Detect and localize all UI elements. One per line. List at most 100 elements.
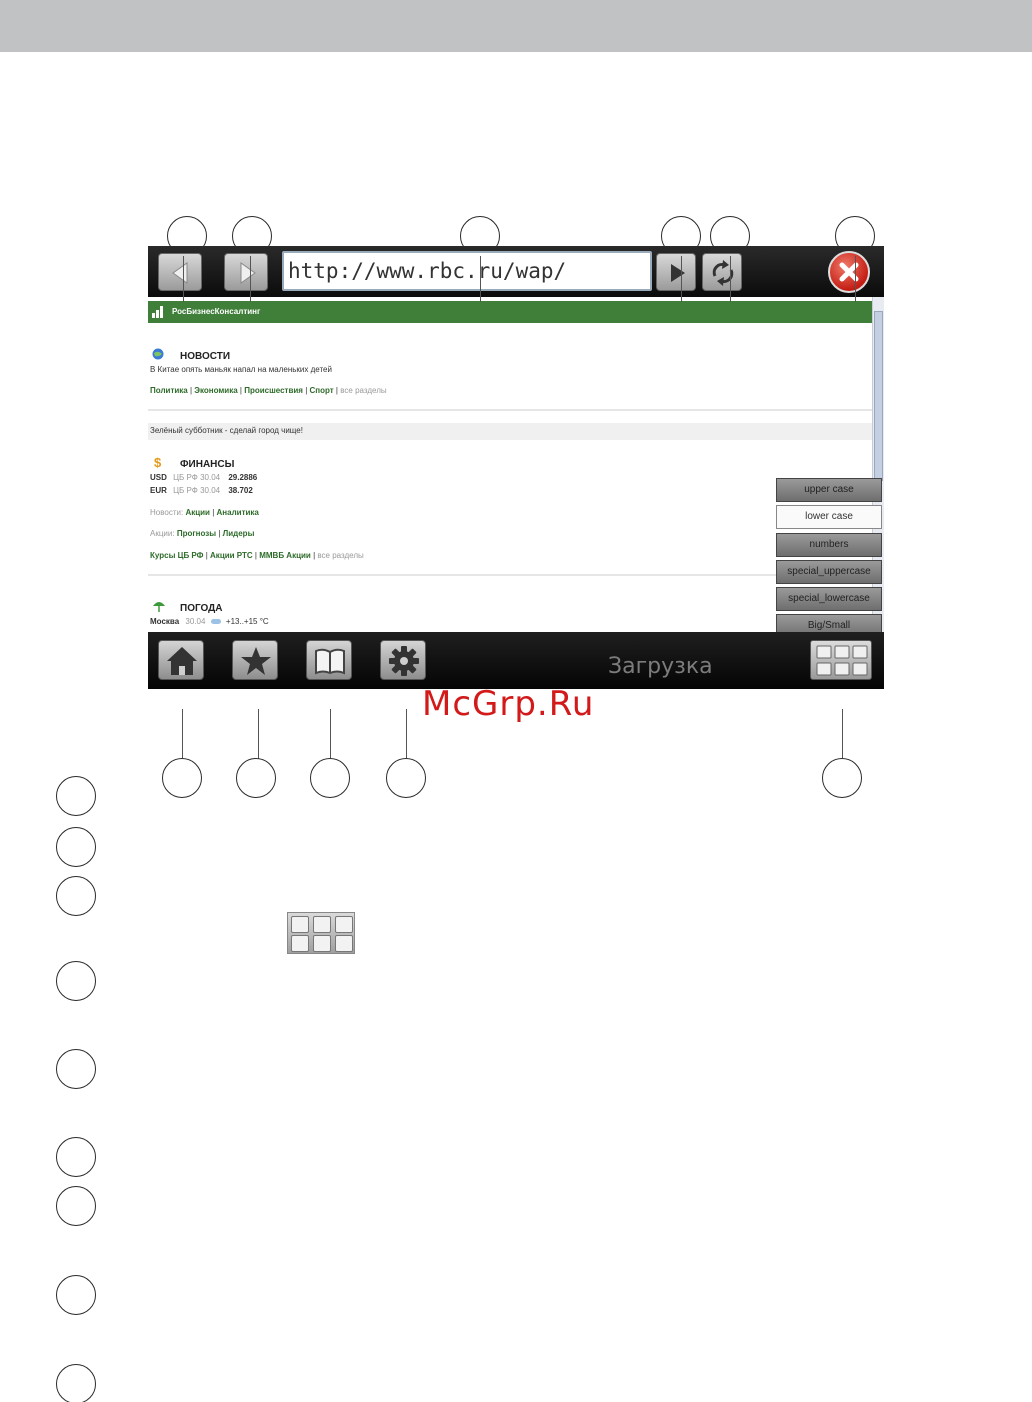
go-button[interactable] xyxy=(656,253,696,291)
divider xyxy=(148,574,872,576)
callout-settings xyxy=(386,758,426,798)
legend-callout xyxy=(56,1275,96,1315)
link-micex-stocks[interactable]: ММВБ Акции xyxy=(259,551,311,560)
browser-screen: http://www.rbc.ru/wap/ РосБизнесКонсалти… xyxy=(148,246,884,689)
keyboard-button[interactable] xyxy=(810,640,872,680)
weather-row: Москва 30.04 +13..+15 °C xyxy=(150,617,269,626)
kbd-mode-upper-case[interactable]: upper case xyxy=(776,478,882,502)
globe-icon xyxy=(152,348,164,360)
refresh-icon xyxy=(712,260,734,286)
favorites-button[interactable] xyxy=(232,640,278,680)
rate-row-eur: EUR ЦБ РФ 30.04 38.702 xyxy=(150,486,253,495)
web-page: РосБизнесКонсалтинг НОВОСТИ В Китае опят… xyxy=(148,297,872,632)
link-rts-stocks[interactable]: Акции РТС xyxy=(210,551,253,560)
link-stocks[interactable]: Акции xyxy=(185,508,210,517)
browser-toolbar: http://www.rbc.ru/wap/ xyxy=(148,246,884,297)
callout-home xyxy=(162,758,202,798)
leader-line xyxy=(855,256,856,302)
news-link-sport[interactable]: Спорт xyxy=(310,386,334,395)
kbd-mode-special-uppercase[interactable]: special_uppercase xyxy=(776,560,882,584)
legend-callout xyxy=(56,1186,96,1226)
brand-bar: РосБизнесКонсалтинг xyxy=(148,301,872,323)
legend-callout xyxy=(56,1364,96,1402)
close-button[interactable] xyxy=(828,251,870,293)
leader-line xyxy=(330,709,331,759)
finance-all-sections[interactable]: все разделы xyxy=(317,551,363,560)
weather-date: 30.04 xyxy=(185,617,206,626)
loading-status: Загрузка xyxy=(608,654,713,679)
brand-name: РосБизнесКонсалтинг xyxy=(172,307,261,316)
legend-callout xyxy=(56,876,96,916)
dollar-icon: $ xyxy=(154,455,162,470)
umbrella-icon xyxy=(153,602,165,612)
forward-arrow-icon xyxy=(240,262,256,284)
keyboard-mode-menu: upper case lower case numbers special_up… xyxy=(774,476,884,638)
rate-source: ЦБ РФ 30.04 xyxy=(173,486,221,495)
scroll-thumb[interactable] xyxy=(874,311,883,481)
home-button[interactable] xyxy=(158,640,204,680)
callout-keyboard xyxy=(822,758,862,798)
book-icon xyxy=(315,648,345,675)
rate-value: 38.702 xyxy=(228,486,253,495)
rate-row-usd: USD ЦБ РФ 30.04 29.2886 xyxy=(150,473,257,482)
finance-title: ФИНАНСЫ xyxy=(180,459,235,470)
bookmarks-button[interactable] xyxy=(306,640,352,680)
back-arrow-icon xyxy=(172,262,188,284)
finance-stocks-links: Акции: Прогнозы | Лидеры xyxy=(150,529,255,538)
news-headline[interactable]: В Китае опять маньяк напал на маленьких … xyxy=(150,365,332,374)
legend-callout xyxy=(56,1049,96,1089)
close-icon xyxy=(839,262,859,282)
kbd-mode-numbers[interactable]: numbers xyxy=(776,533,882,557)
kbd-mode-special-lowercase[interactable]: special_lowercase xyxy=(776,587,882,611)
cloud-icon xyxy=(210,619,221,624)
url-input[interactable]: http://www.rbc.ru/wap/ xyxy=(282,251,652,291)
link-cbr-rates[interactable]: Курсы ЦБ РФ xyxy=(150,551,204,560)
kbd-mode-lower-case[interactable]: lower case xyxy=(776,505,882,529)
header-band xyxy=(0,0,1032,52)
rate-code: EUR xyxy=(150,486,167,495)
refresh-button[interactable] xyxy=(702,253,742,291)
link-leaders[interactable]: Лидеры xyxy=(223,529,255,538)
leader-line xyxy=(681,256,682,302)
rate-value: 29.2886 xyxy=(228,473,258,482)
finance-more-links: Курсы ЦБ РФ | Акции РТС | ММВБ Акции | в… xyxy=(150,551,364,560)
finance-news-label: Новости: xyxy=(150,508,184,517)
watermark: McGrp.Ru xyxy=(422,684,595,724)
leader-line xyxy=(183,256,184,302)
rbc-logo-icon xyxy=(152,306,166,318)
keyboard-icon xyxy=(287,912,355,954)
weather-temp: +13..+15 °C xyxy=(225,617,269,626)
divider xyxy=(148,409,872,411)
weather-city: Москва xyxy=(150,617,180,626)
leader-line xyxy=(842,709,843,759)
link-forecasts[interactable]: Прогнозы xyxy=(177,529,216,538)
leader-line xyxy=(480,256,481,302)
back-button[interactable] xyxy=(158,253,202,291)
leader-line xyxy=(258,709,259,759)
legend-callout xyxy=(56,961,96,1001)
callout-favorites xyxy=(236,758,276,798)
leader-line xyxy=(406,709,407,759)
news-link-politics[interactable]: Политика xyxy=(150,386,188,395)
legend-callout xyxy=(56,776,96,816)
play-icon xyxy=(671,264,685,282)
news-link-incidents[interactable]: Происшествия xyxy=(244,386,303,395)
settings-button[interactable] xyxy=(380,640,426,680)
legend-callout xyxy=(56,1137,96,1177)
gear-icon xyxy=(389,646,419,676)
keyboard-icon xyxy=(816,645,868,676)
news-links: Политика | Экономика | Происшествия | Сп… xyxy=(150,386,387,395)
callout-bookmarks xyxy=(310,758,350,798)
news-all-sections[interactable]: все разделы xyxy=(340,386,386,395)
rate-source: ЦБ РФ 30.04 xyxy=(173,473,221,482)
bottom-toolbar: Загрузка xyxy=(148,632,884,689)
leader-line xyxy=(250,256,251,302)
promo-banner[interactable]: Зелёный субботник - сделай город чище! xyxy=(148,423,872,440)
forward-button[interactable] xyxy=(224,253,268,291)
link-analytics[interactable]: Аналитика xyxy=(217,508,259,517)
rate-code: USD xyxy=(150,473,167,482)
leader-line xyxy=(182,709,183,759)
star-icon xyxy=(241,647,271,675)
finance-news-links: Новости: Акции | Аналитика xyxy=(150,508,259,517)
news-link-economy[interactable]: Экономика xyxy=(194,386,237,395)
